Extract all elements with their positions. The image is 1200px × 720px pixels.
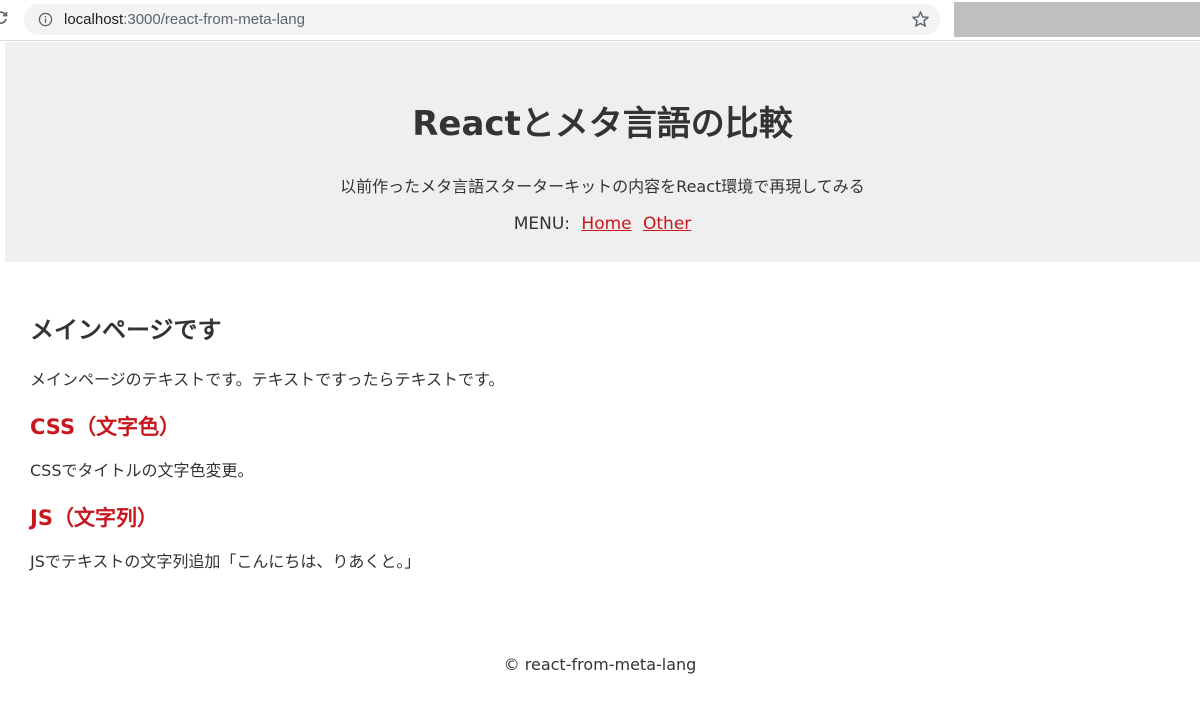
section-js-text: JSでテキストの文字列追加「こんにちは、りあくと。」 [30, 552, 421, 571]
section-css-title: CSS（文字色） [30, 415, 181, 439]
site-title: Reactとメタ言語の比較 [412, 104, 793, 144]
section-js-title: JS（文字列） [30, 506, 158, 530]
menu-item-home[interactable]: Home [581, 214, 631, 234]
page-heading: メインページです [30, 316, 222, 344]
bookmark-star-icon[interactable] [911, 10, 930, 29]
url-path: :3000/react-from-meta-lang [123, 11, 305, 28]
main-menu: MENU: Home Other [5, 214, 1200, 234]
site-footer: © react-from-meta-lang [503, 655, 697, 674]
section-css-text: CSSでタイトルの文字色変更。 [30, 461, 254, 480]
menu-item-other[interactable]: Other [643, 214, 691, 234]
info-icon[interactable] [38, 12, 53, 27]
site-header: Reactとメタ言語の比較 以前作ったメタ言語スターターキットの内容をReact… [5, 42, 1200, 262]
extension-area [954, 2, 1200, 37]
site-description: 以前作ったメタ言語スターターキットの内容をReact環境で再現してみる [340, 177, 865, 196]
url-host: localhost [64, 11, 124, 28]
reload-icon[interactable] [0, 11, 8, 25]
intro-text: メインページのテキストです。テキストですったらテキストです。 [30, 370, 505, 389]
url-text[interactable]: localhost:3000/react-from-meta-lang [64, 11, 305, 28]
browser-toolbar: localhost:3000/react-from-meta-lang [0, 0, 1200, 41]
menu-label: MENU: [513, 214, 570, 234]
address-bar[interactable]: localhost:3000/react-from-meta-lang [24, 4, 940, 35]
